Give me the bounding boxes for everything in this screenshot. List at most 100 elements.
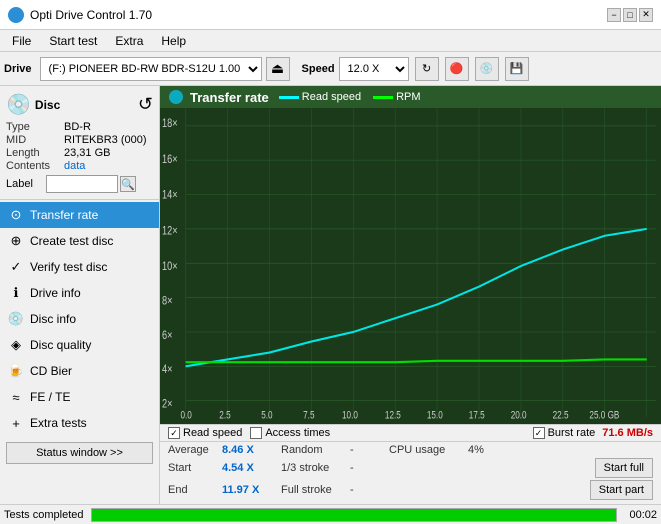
svg-text:4×: 4× <box>162 363 172 377</box>
content-area: Transfer rate Read speed RPM 18× 16× <box>160 86 661 504</box>
settings-button[interactable]: 🔴 <box>445 57 469 81</box>
svg-text:5.0: 5.0 <box>261 409 272 421</box>
stat-val-full-stroke: - <box>350 484 375 496</box>
chart-header: Transfer rate Read speed RPM <box>160 86 661 108</box>
nav-item-drive-info[interactable]: ℹ Drive info <box>0 280 159 306</box>
disc-label-browse-button[interactable]: 🔍 <box>120 176 136 192</box>
read-speed-checkbox[interactable] <box>168 427 180 439</box>
legend-rpm: RPM <box>373 91 420 103</box>
menu-bar: File Start test Extra Help <box>0 30 661 52</box>
chart-legend: Read speed RPM <box>279 91 421 103</box>
nav-item-disc-info[interactable]: 💿 Disc info <box>0 306 159 332</box>
svg-text:22.5: 22.5 <box>553 409 569 421</box>
svg-text:20.0: 20.0 <box>511 409 527 421</box>
svg-text:7.5: 7.5 <box>303 409 314 421</box>
svg-text:8×: 8× <box>162 294 172 308</box>
legend-read-speed-label: Read speed <box>302 91 361 103</box>
burst-rate-value: 71.6 MB/s <box>602 427 653 439</box>
access-times-checkbox-label: Access times <box>265 427 330 439</box>
nav-label-transfer-rate: Transfer rate <box>30 208 98 222</box>
stat-label-average: Average <box>168 444 218 456</box>
disc-title: Disc <box>35 98 60 112</box>
main-area: 💿 Disc ↺ Type BD-R MID RITEKBR3 (000) Le… <box>0 86 661 504</box>
disc-length-value: 23,31 GB <box>64 147 110 159</box>
disc-length-label: Length <box>6 147 64 159</box>
svg-text:18×: 18× <box>162 117 178 131</box>
nav-item-disc-quality[interactable]: ◈ Disc quality <box>0 332 159 358</box>
disc-contents-value: data <box>64 160 85 172</box>
nav-item-create-test-disc[interactable]: ⊕ Create test disc <box>0 228 159 254</box>
nav-label-cd-bier: CD Bier <box>30 364 72 378</box>
legend-read-speed: Read speed <box>279 91 361 103</box>
disc-label-input[interactable] <box>46 175 118 193</box>
disc-mid-value: RITEKBR3 (000) <box>64 134 147 146</box>
disc-contents-row: Contents data <box>6 160 153 172</box>
eject-button[interactable]: ⏏ <box>266 57 290 81</box>
drive-select[interactable]: (F:) PIONEER BD-RW BDR-S12U 1.00 <box>40 57 262 81</box>
svg-text:0.0: 0.0 <box>180 409 191 421</box>
disc-icon: 💿 <box>6 92 31 117</box>
disc-type-row: Type BD-R <box>6 121 153 133</box>
disc-button[interactable]: 💿 <box>475 57 499 81</box>
svg-text:2×: 2× <box>162 397 172 411</box>
nav-label-drive-info: Drive info <box>30 286 81 300</box>
nav-section: ⊙ Transfer rate ⊕ Create test disc ✓ Ver… <box>0 200 159 438</box>
start-full-button[interactable]: Start full <box>595 458 653 478</box>
disc-label-key: Label <box>6 178 46 190</box>
refresh-button[interactable]: ↻ <box>415 57 439 81</box>
extra-tests-icon: + <box>8 415 24 431</box>
stat-val-end: 11.97 X <box>222 484 277 496</box>
menu-start-test[interactable]: Start test <box>41 32 105 50</box>
cd-bier-icon: 🍺 <box>8 363 24 379</box>
stats-row-end: End 11.97 X Full stroke - Start part <box>168 480 653 500</box>
svg-text:17.5: 17.5 <box>469 409 485 421</box>
save-button[interactable]: 💾 <box>505 57 529 81</box>
legend-rpm-label: RPM <box>396 91 420 103</box>
menu-extra[interactable]: Extra <box>107 32 151 50</box>
menu-file[interactable]: File <box>4 32 39 50</box>
nav-label-verify-test-disc: Verify test disc <box>30 260 107 274</box>
nav-label-extra-tests: Extra tests <box>30 416 87 430</box>
speed-label: Speed <box>302 63 335 75</box>
svg-text:2.5: 2.5 <box>219 409 230 421</box>
nav-label-disc-quality: Disc quality <box>30 338 91 352</box>
svg-text:14×: 14× <box>162 188 178 202</box>
transfer-rate-icon: ⊙ <box>8 207 24 223</box>
legend-read-speed-color <box>279 96 299 99</box>
svg-text:12×: 12× <box>162 224 178 238</box>
chart-svg: 18× 16× 14× 12× 10× 8× 6× 4× 2× <box>160 108 661 424</box>
nav-item-verify-test-disc[interactable]: ✓ Verify test disc <box>0 254 159 280</box>
nav-item-extra-tests[interactable]: + Extra tests <box>0 410 159 436</box>
menu-help[interactable]: Help <box>153 32 194 50</box>
status-text: Tests completed <box>4 509 83 521</box>
start-part-button[interactable]: Start part <box>590 480 653 500</box>
close-button[interactable]: ✕ <box>639 8 653 22</box>
disc-mid-label: MID <box>6 134 64 146</box>
access-times-checkbox-item: Access times <box>250 427 330 439</box>
stat-label-random: Random <box>281 444 346 456</box>
nav-item-fe-te[interactable]: ≈ FE / TE <box>0 384 159 410</box>
minimize-button[interactable]: − <box>607 8 621 22</box>
status-window-button[interactable]: Status window >> <box>6 442 153 464</box>
burst-rate-checkbox[interactable] <box>533 427 545 439</box>
svg-text:6×: 6× <box>162 329 172 343</box>
disc-refresh-icon[interactable]: ↺ <box>138 94 153 115</box>
legend-rpm-color <box>373 96 393 99</box>
disc-label-row: Label 🔍 <box>6 175 153 193</box>
app-title: Opti Drive Control 1.70 <box>30 8 152 22</box>
nav-item-cd-bier[interactable]: 🍺 CD Bier <box>0 358 159 384</box>
svg-text:10.0: 10.0 <box>342 409 358 421</box>
stats-row-start: Start 4.54 X 1/3 stroke - Start full <box>168 458 653 478</box>
chart-icon <box>168 89 184 105</box>
speed-select[interactable]: 12.0 X <box>339 57 409 81</box>
maximize-button[interactable]: □ <box>623 8 637 22</box>
stat-val-cpu: 4% <box>468 444 508 456</box>
drive-info-icon: ℹ <box>8 285 24 301</box>
chart-title: Transfer rate <box>190 90 269 105</box>
access-times-checkbox[interactable] <box>250 427 262 439</box>
title-bar: Opti Drive Control 1.70 − □ ✕ <box>0 0 661 30</box>
fe-te-icon: ≈ <box>8 389 24 405</box>
drive-label: Drive <box>4 63 32 75</box>
nav-item-transfer-rate[interactable]: ⊙ Transfer rate <box>0 202 159 228</box>
stats-section: Average 8.46 X Random - CPU usage 4% Sta… <box>160 441 661 504</box>
